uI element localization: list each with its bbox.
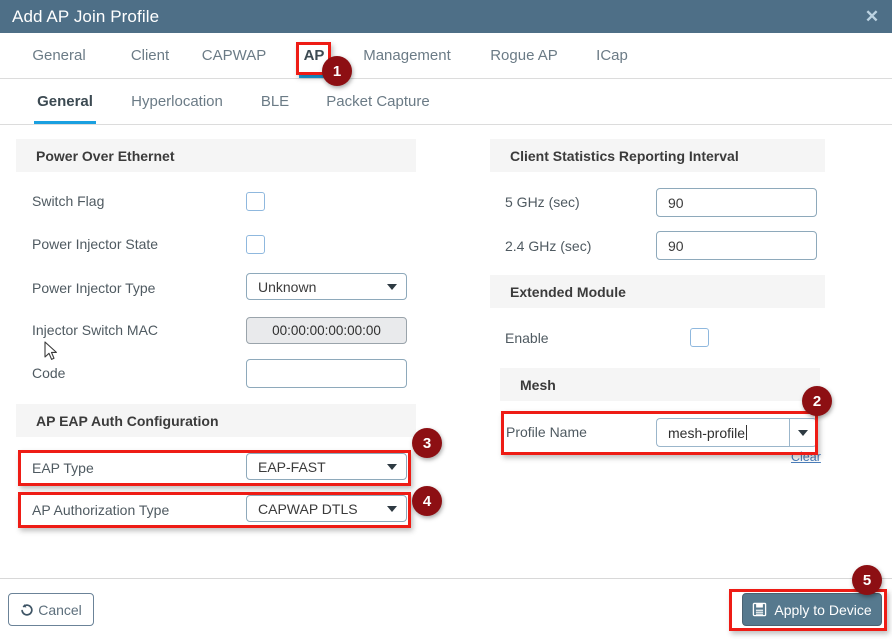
input-code[interactable] [246, 359, 407, 388]
tab-capwap[interactable]: CAPWAP [194, 33, 274, 78]
profile-name-dropdown-button[interactable] [789, 418, 817, 447]
checkbox-power-injector-state[interactable] [246, 235, 265, 254]
text-caret [746, 425, 748, 440]
annotation-badge-5: 5 [852, 565, 882, 595]
section-header-client-statistics-reporting-interval: Client Statistics Reporting Interval [490, 139, 825, 172]
tab-icap[interactable]: ICap [592, 33, 632, 78]
section-header-ap-eap-auth-configuration: AP EAP Auth Configuration [16, 404, 416, 437]
dropdown-ap-authorization-type[interactable]: CAPWAP DTLS [246, 495, 407, 522]
add-ap-join-profile-dialog: Add AP Join Profile ✕ General Client CAP… [0, 0, 892, 639]
close-icon[interactable]: ✕ [862, 7, 882, 27]
label-eap-type: EAP Type [32, 460, 94, 476]
section-header-mesh: Mesh [500, 368, 820, 401]
dropdown-power-injector-type-value: Unknown [258, 278, 317, 295]
section-header-extended-module: Extended Module [490, 275, 825, 308]
input-profile-name[interactable]: mesh-profile [656, 418, 789, 447]
secondary-tab-bar: General Hyperlocation BLE Packet Capture [0, 79, 892, 125]
apply-to-device-button[interactable]: Apply to Device [742, 593, 882, 626]
chevron-down-icon [387, 505, 397, 512]
input-24ghz-sec-value: 90 [668, 237, 684, 254]
checkbox-switch-flag[interactable] [246, 192, 265, 211]
subtab-ble[interactable]: BLE [257, 79, 293, 124]
subtab-hyperlocation[interactable]: Hyperlocation [126, 79, 228, 124]
tab-rogue-ap[interactable]: Rogue AP [485, 33, 563, 78]
input-injector-switch-mac-value: 00:00:00:00:00:00 [272, 323, 381, 338]
input-injector-switch-mac: 00:00:00:00:00:00 [246, 317, 407, 344]
input-5ghz-sec-value: 90 [668, 194, 684, 211]
dialog-title: Add AP Join Profile [12, 6, 160, 26]
tab-management[interactable]: Management [357, 33, 457, 78]
undo-icon [21, 603, 33, 616]
subtab-general[interactable]: General [34, 79, 96, 124]
label-switch-flag: Switch Flag [32, 193, 105, 209]
label-profile-name: Profile Name [506, 424, 587, 440]
section-header-power-over-ethernet: Power Over Ethernet [16, 139, 416, 172]
annotation-badge-4: 4 [412, 486, 442, 516]
annotation-badge-3: 3 [412, 428, 442, 458]
label-extended-module-enable: Enable [505, 330, 549, 346]
label-5ghz-sec: 5 GHz (sec) [505, 194, 580, 210]
primary-tab-bar: General Client CAPWAP AP Management Rogu… [0, 33, 892, 79]
cancel-button[interactable]: Cancel [8, 593, 94, 626]
label-24ghz-sec: 2.4 GHz (sec) [505, 238, 592, 254]
tab-client[interactable]: Client [124, 33, 176, 78]
label-power-injector-state: Power Injector State [32, 236, 159, 252]
dropdown-ap-authorization-type-value: CAPWAP DTLS [258, 500, 358, 517]
tab-ap[interactable]: AP [299, 33, 329, 78]
label-injector-switch-mac: Injector Switch MAC [32, 322, 159, 338]
apply-to-device-button-label: Apply to Device [774, 601, 872, 618]
subtab-packet-capture[interactable]: Packet Capture [322, 79, 434, 124]
tab-general[interactable]: General [24, 33, 94, 78]
input-profile-name-value: mesh-profile [668, 424, 746, 441]
label-power-injector-type: Power Injector Type [32, 280, 156, 296]
chevron-down-icon [387, 283, 397, 290]
clear-link[interactable]: Clear [791, 450, 821, 464]
checkbox-extended-module-enable[interactable] [690, 328, 709, 347]
input-24ghz-sec[interactable]: 90 [656, 231, 817, 260]
cancel-button-label: Cancel [38, 601, 82, 618]
input-5ghz-sec[interactable]: 90 [656, 188, 817, 217]
footer-divider [0, 578, 892, 579]
save-icon [753, 602, 767, 617]
label-code: Code [32, 365, 66, 381]
mouse-cursor [44, 341, 57, 360]
chevron-down-icon [387, 463, 397, 470]
dropdown-power-injector-type[interactable]: Unknown [246, 273, 407, 300]
dialog-title-bar: Add AP Join Profile ✕ [0, 0, 892, 33]
combobox-profile-name[interactable]: mesh-profile [656, 418, 817, 447]
dropdown-eap-type[interactable]: EAP-FAST [246, 453, 407, 480]
label-ap-authorization-type: AP Authorization Type [32, 502, 170, 518]
dropdown-eap-type-value: EAP-FAST [258, 458, 326, 475]
